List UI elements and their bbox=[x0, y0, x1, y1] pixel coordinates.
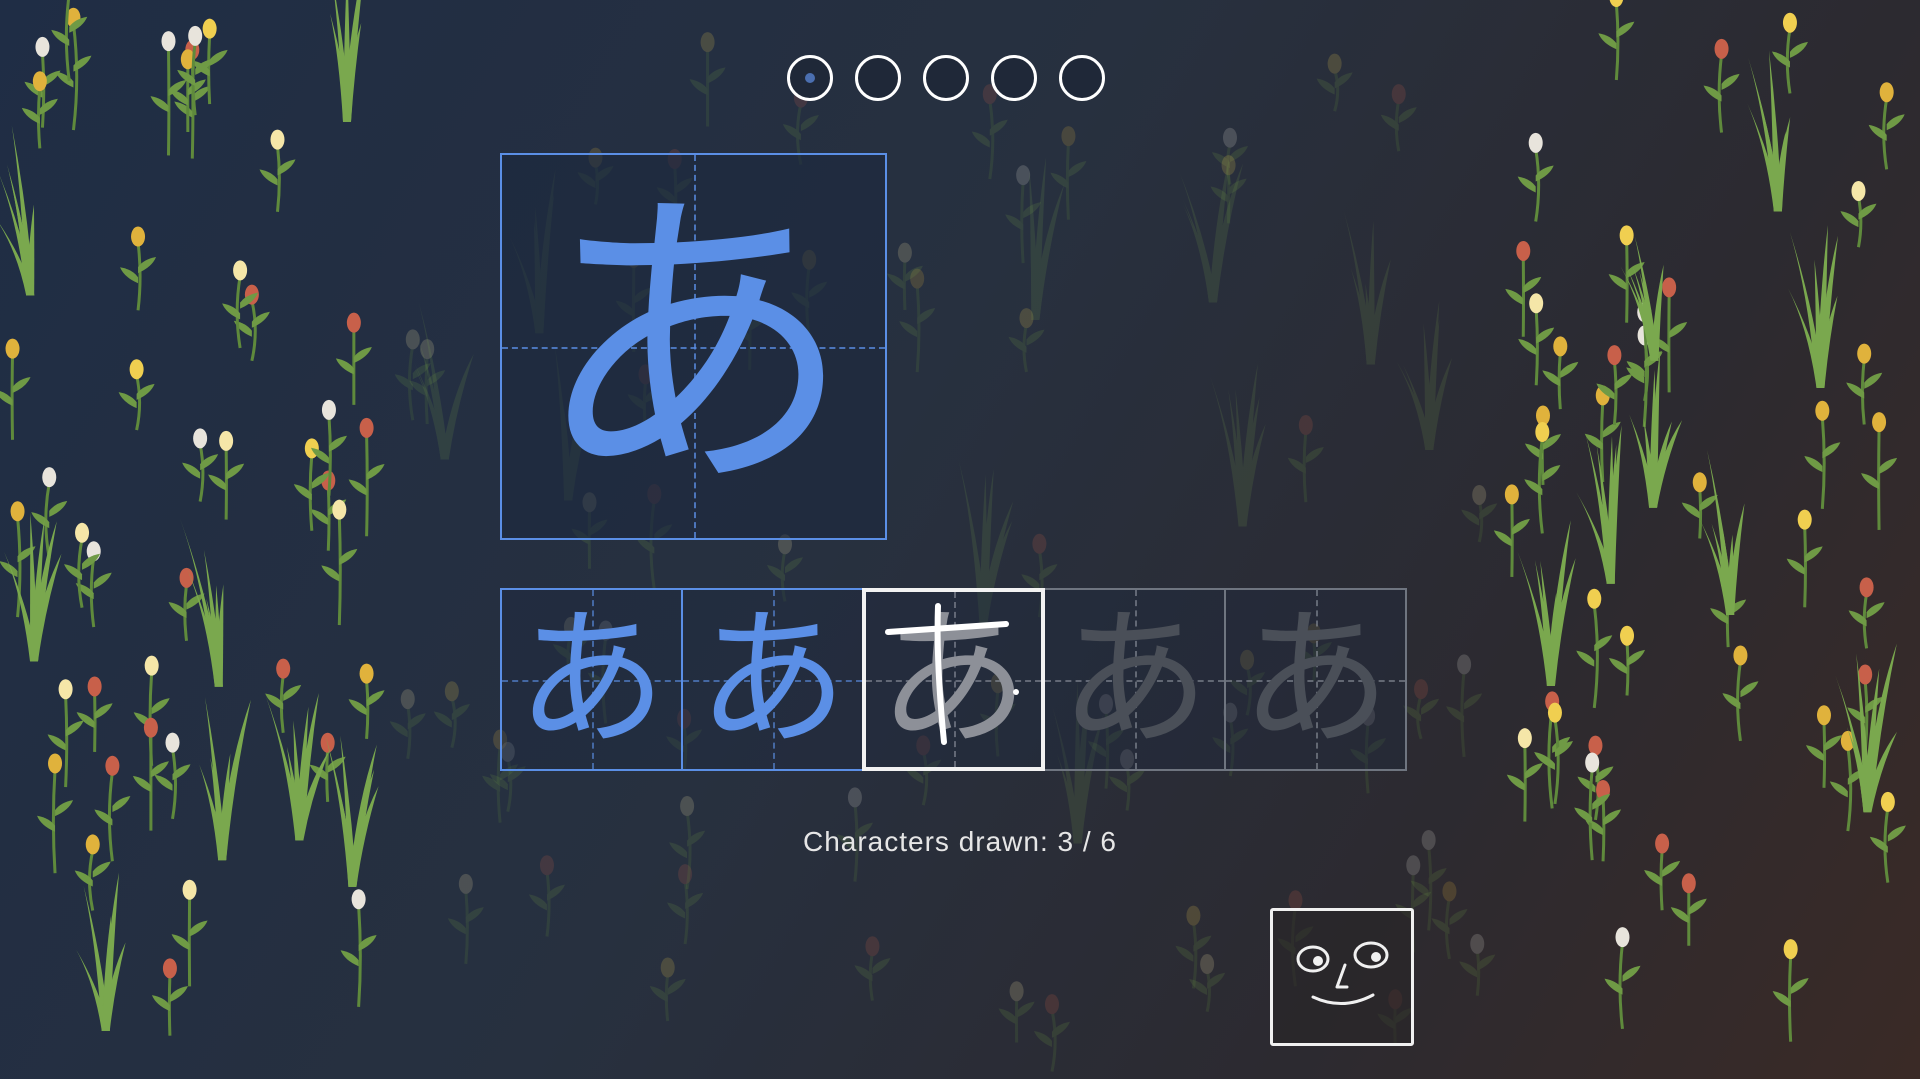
practice-cell-2[interactable]: あ bbox=[681, 588, 864, 771]
practice-cell-5[interactable]: あ bbox=[1224, 588, 1407, 771]
practice-row: あ あ あ あ あ bbox=[500, 588, 1407, 771]
flower-meadow-background bbox=[0, 0, 1906, 1072]
lesson-progress bbox=[787, 55, 1105, 101]
progress-dot-3[interactable] bbox=[923, 55, 969, 101]
progress-dot-2[interactable] bbox=[855, 55, 901, 101]
reference-character: あ bbox=[533, 160, 854, 533]
progress-dot-1[interactable] bbox=[787, 55, 833, 101]
game-screen: あ あ あ あ あ あ Characters drawn: 3 / 6 bbox=[0, 0, 1920, 1079]
practice-cell-4[interactable]: あ bbox=[1043, 588, 1226, 771]
practice-cell-1[interactable]: あ bbox=[500, 588, 683, 771]
helper-face-button[interactable] bbox=[1270, 908, 1414, 1046]
face-icon bbox=[1296, 941, 1389, 1006]
practice-cell-3-drawing-area[interactable]: あ bbox=[862, 588, 1045, 771]
characters-drawn-counter: Characters drawn: 3 / 6 bbox=[802, 826, 1118, 857]
practice-character: あ bbox=[516, 592, 667, 767]
reference-character-card: あ bbox=[500, 153, 887, 540]
practice-character: あ bbox=[697, 592, 848, 767]
practice-character: あ bbox=[1240, 592, 1391, 767]
progress-dot-4[interactable] bbox=[991, 55, 1037, 101]
progress-dot-5[interactable] bbox=[1059, 55, 1105, 101]
practice-character: あ bbox=[1059, 592, 1210, 767]
practice-character-trace: あ bbox=[878, 592, 1029, 767]
